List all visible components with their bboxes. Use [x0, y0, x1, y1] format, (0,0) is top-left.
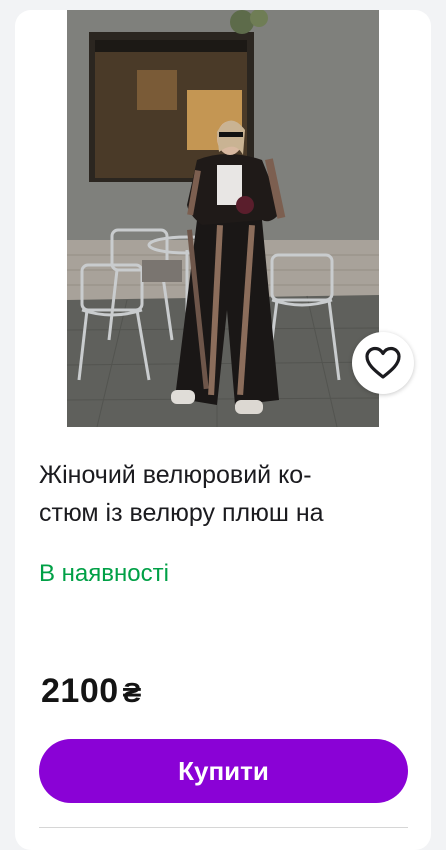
price: 2100 ₴: [41, 672, 141, 711]
product-card[interactable]: Жіночий велюровий ко- стюм із велюру плю…: [15, 10, 431, 850]
currency-symbol: ₴: [122, 677, 142, 708]
product-title-line1: Жіночий велюровий ко-: [39, 461, 312, 489]
buy-button[interactable]: Купити: [39, 739, 408, 803]
price-value: 2100: [41, 672, 119, 710]
heart-icon: [365, 346, 401, 379]
favorite-button[interactable]: [352, 332, 414, 394]
availability-status: В наявності: [39, 560, 169, 587]
product-photo[interactable]: [67, 10, 379, 427]
product-title[interactable]: Жіночий велюровий ко- стюм із велюру плю…: [39, 456, 399, 532]
product-title-line2: стюм із велюру плюш на: [39, 499, 324, 527]
divider: [39, 827, 408, 828]
